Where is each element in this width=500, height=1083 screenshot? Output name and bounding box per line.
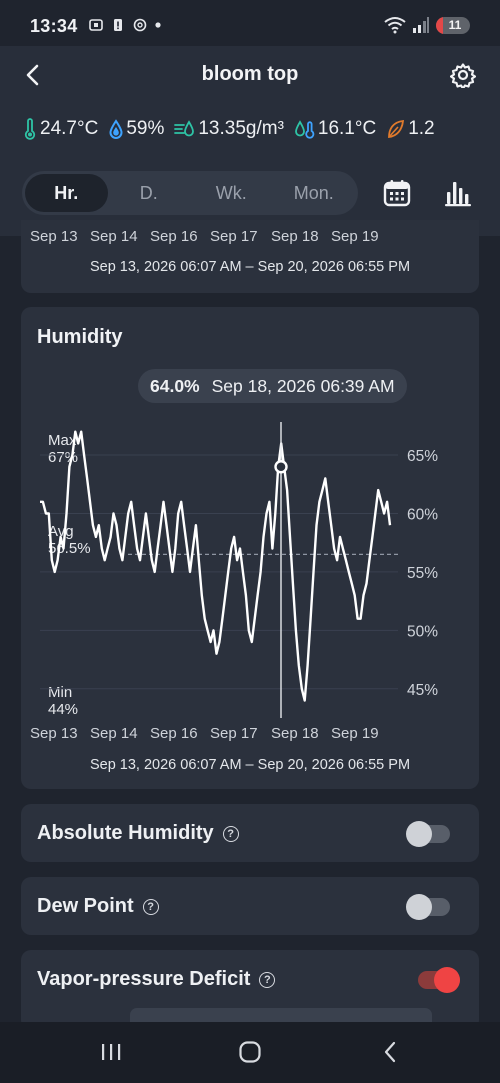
- home-icon: [239, 1041, 261, 1063]
- x-tick-label: Sep 13: [30, 725, 78, 742]
- dew-point-toggle[interactable]: [406, 894, 450, 920]
- y-tick-label: 55%: [407, 565, 438, 582]
- recents-button[interactable]: [91, 1032, 131, 1072]
- back-nav-button[interactable]: [370, 1032, 410, 1072]
- home-button[interactable]: [230, 1032, 270, 1072]
- x-tick-label: Sep 14: [90, 725, 138, 742]
- absolute-humidity-row-label: Absolute Humidity ?: [37, 822, 239, 845]
- vpd-label: Vapor-pressure Deficit: [37, 968, 251, 990]
- vpd-row-label: Vapor-pressure Deficit ?: [37, 968, 276, 991]
- y-tick-label: 45%: [407, 682, 438, 699]
- vpd-chart-peek: [130, 1008, 432, 1022]
- x-tick-label: Sep 17: [210, 725, 258, 742]
- absolute-humidity-label: Absolute Humidity: [37, 822, 214, 844]
- dew-point-row-label: Dew Point ?: [37, 895, 159, 918]
- y-tick-label: 60%: [407, 506, 438, 523]
- help-icon[interactable]: ?: [222, 825, 239, 842]
- humidity-date-range: Sep 13, 2026 06:07 AM – Sep 20, 2026 06:…: [89, 757, 411, 773]
- vpd-toggle[interactable]: [418, 967, 460, 993]
- y-tick-label: 65%: [407, 448, 438, 465]
- highlight-point: [274, 460, 288, 474]
- dew-point-label: Dew Point: [37, 895, 134, 917]
- help-icon[interactable]: ?: [259, 971, 276, 988]
- y-tick-label: 50%: [407, 623, 438, 640]
- humidity-series-line: [40, 430, 392, 702]
- back-nav-icon: [384, 1041, 396, 1063]
- help-icon[interactable]: ?: [142, 898, 159, 915]
- humidity-chart[interactable]: 65% 60% 55% 50% 45% Sep 13 Sep 14 Sep 16 Sep 17 S…: [0, 0, 500, 790]
- x-tick-label: Sep 19: [331, 725, 379, 742]
- x-tick-label: Sep 16: [150, 725, 198, 742]
- recents-icon: [102, 1044, 121, 1060]
- system-nav-bar: [0, 1022, 500, 1083]
- absolute-humidity-toggle[interactable]: [406, 821, 450, 847]
- x-tick-label: Sep 18: [271, 725, 319, 742]
